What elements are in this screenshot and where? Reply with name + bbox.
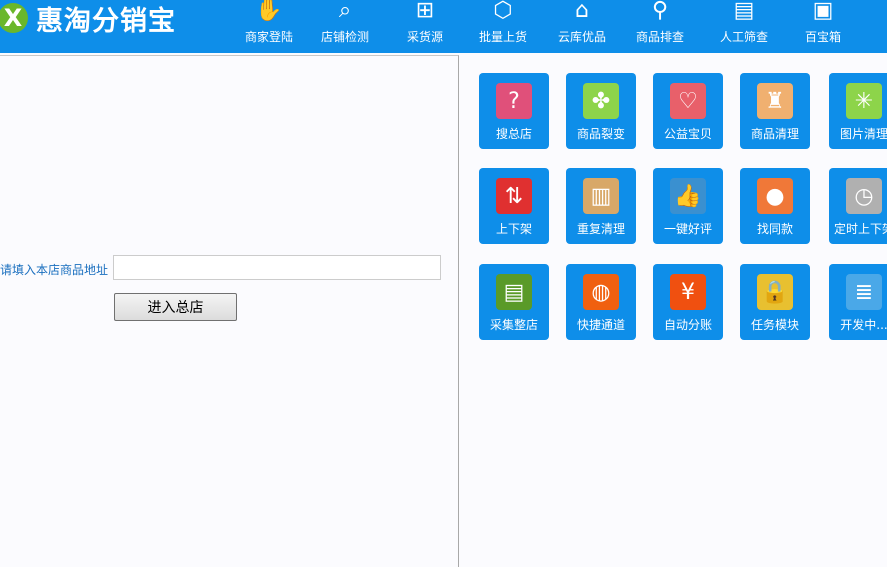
store-panel: 请填入本店商品地址 进入总店 — [0, 55, 459, 567]
heart-icon: ♡ — [670, 83, 706, 119]
tile-label: 搜总店 — [495, 127, 532, 141]
xbox-logo-icon: X — [0, 3, 28, 33]
tile-label: 公益宝贝 — [663, 127, 712, 141]
tool-tile[interactable]: ✳ 图片清理 — [829, 73, 887, 149]
tool-tile[interactable]: ● 找同款 — [740, 168, 810, 244]
tile-label: 定时上下架 — [833, 222, 887, 236]
cart-add-icon: ⊞ — [415, 0, 435, 23]
treasure-box-icon: ▣ — [812, 0, 834, 23]
stack-books-icon: ≣ — [846, 274, 882, 310]
nav-label: 店铺检测 — [320, 30, 369, 44]
tool-tile[interactable]: ♡ 公益宝贝 — [653, 73, 723, 149]
nav-item[interactable]: ✋ 商家登陆 — [234, 0, 304, 50]
tool-tile[interactable]: ▤ 采集整店 — [479, 264, 549, 340]
tile-label: 开发中... — [840, 318, 887, 332]
nav-label: 商家登陆 — [244, 30, 293, 44]
app-logo: X 惠淘分销宝 — [0, 0, 176, 37]
tile-label: 图片清理 — [839, 127, 887, 141]
clock-play-icon: ◷ — [846, 178, 882, 214]
tile-label: 找同款 — [756, 222, 793, 236]
clover-icon: ✤ — [583, 83, 619, 119]
search-store-icon: ? — [496, 83, 532, 119]
address-label: 请填入本店商品地址 — [0, 263, 109, 277]
tile-label: 上下架 — [495, 222, 532, 236]
tool-tile[interactable]: ▥ 重复清理 — [566, 168, 636, 244]
nav-label: 百宝箱 — [804, 30, 841, 44]
nav-label: 人工筛查 — [719, 30, 768, 44]
tool-tile[interactable]: ¥ 自动分账 — [653, 264, 723, 340]
top-bar: X 惠淘分销宝 ✋ 商家登陆 ⌕ 店铺检测 ⊞ 采货源 ⬡ 批量上货 ⌂ 云库优品 ⚲ 商品排查 ▤ 人工… — [0, 0, 887, 53]
yen-icon: ¥ — [670, 274, 706, 310]
person-pin-icon: ● — [757, 178, 793, 214]
tool-tile[interactable]: 🔒 任务模块 — [740, 264, 810, 340]
tile-label: 重复清理 — [576, 222, 625, 236]
box-upload-icon: ⬡ — [493, 0, 513, 23]
tool-tile[interactable]: ? 搜总店 — [479, 73, 549, 149]
nav-label: 批量上货 — [478, 30, 527, 44]
broom-icon: ♜ — [757, 83, 793, 119]
tile-label: 商品裂变 — [576, 127, 625, 141]
loading-icon: ✳ — [846, 83, 882, 119]
tool-tile[interactable]: ◍ 快捷通道 — [566, 264, 636, 340]
document-search-icon: ▤ — [733, 0, 755, 23]
tile-label: 一键好评 — [663, 222, 712, 236]
nav-item[interactable]: ▣ 百宝箱 — [788, 0, 858, 50]
nav-item[interactable]: ⌂ 云库优品 — [547, 0, 617, 50]
nav-label: 商品排查 — [635, 30, 684, 44]
warehouse-icon: ⌂ — [575, 0, 589, 23]
tool-tile[interactable]: ⇅ 上下架 — [479, 168, 549, 244]
nav-item[interactable]: ⊞ 采货源 — [390, 0, 460, 50]
tool-tile[interactable]: ♜ 商品清理 — [740, 73, 810, 149]
padlock-icon: 🔒 — [757, 274, 793, 310]
globe-icon: ◍ — [583, 274, 619, 310]
trash-icon: ▥ — [583, 178, 619, 214]
nav-label: 云库优品 — [557, 30, 606, 44]
nav-item[interactable]: ⬡ 批量上货 — [468, 0, 538, 50]
nav-item[interactable]: ⚲ 商品排查 — [625, 0, 695, 50]
tile-label: 快捷通道 — [576, 318, 625, 332]
tool-tile[interactable]: 👍 一键好评 — [653, 168, 723, 244]
enter-store-button[interactable]: 进入总店 — [114, 293, 237, 321]
tile-label: 任务模块 — [750, 318, 799, 332]
app-title: 惠淘分销宝 — [36, 5, 176, 37]
up-down-arrows-icon: ⇅ — [496, 178, 532, 214]
search-wave-icon: ⌕ — [338, 0, 352, 23]
tool-tile[interactable]: ✤ 商品裂变 — [566, 73, 636, 149]
nav-label: 采货源 — [406, 30, 443, 44]
tile-label: 自动分账 — [663, 318, 712, 332]
hand-icon: ✋ — [255, 0, 283, 23]
nav-item[interactable]: ⌕ 店铺检测 — [310, 0, 380, 50]
inspect-icon: ⚲ — [651, 0, 669, 23]
tool-tile[interactable]: ◷ 定时上下架 — [829, 168, 887, 244]
tile-label: 商品清理 — [750, 127, 799, 141]
thumbs-up-icon: 👍 — [670, 178, 706, 214]
tool-tile[interactable]: ≣ 开发中... — [829, 264, 887, 340]
tile-label: 采集整店 — [489, 318, 538, 332]
nav-item[interactable]: ▤ 人工筛查 — [709, 0, 779, 50]
floppy-disk-icon: ▤ — [496, 274, 532, 310]
store-address-input[interactable] — [113, 255, 441, 280]
